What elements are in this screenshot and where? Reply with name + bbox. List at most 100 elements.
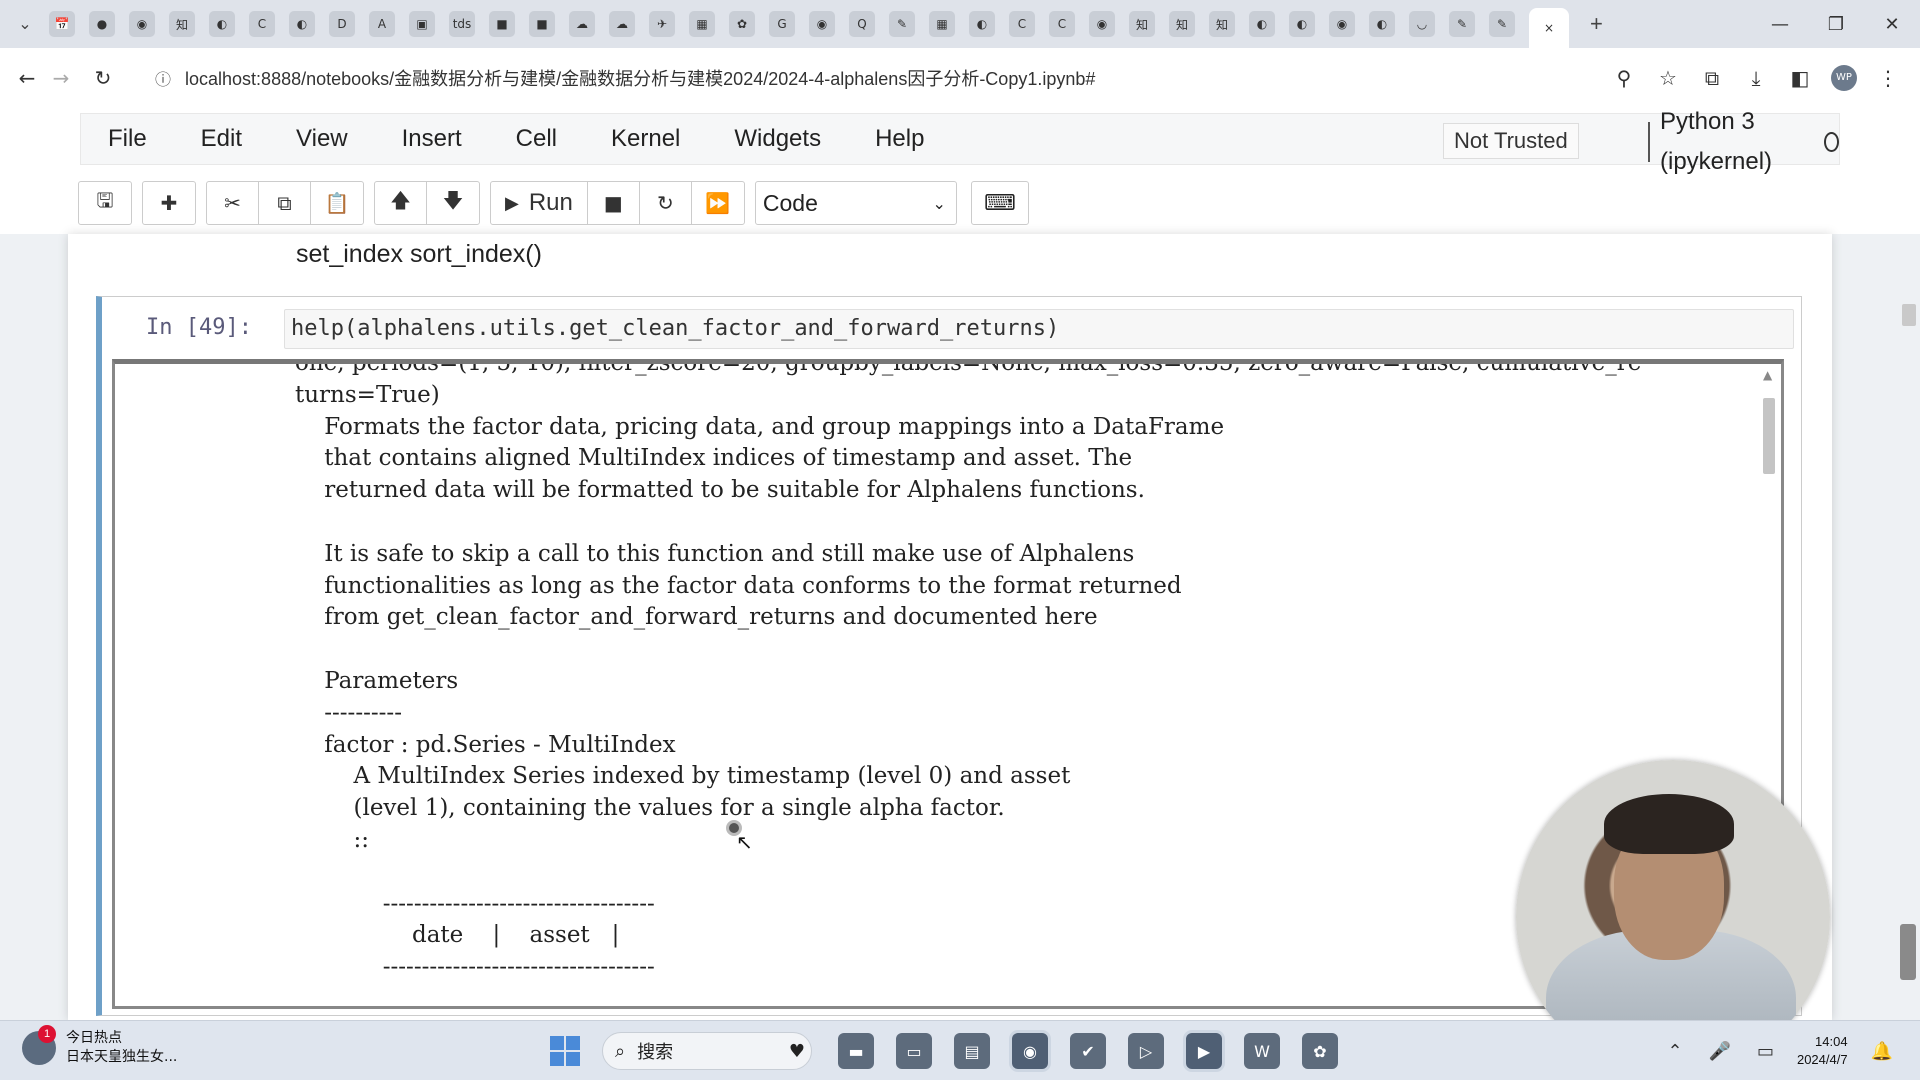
browser-tab-favicon-icon[interactable]: ◡ xyxy=(1409,11,1435,37)
browser-tab-favicon-icon[interactable]: ▦ xyxy=(689,11,715,37)
display-icon[interactable]: ▭ xyxy=(1757,1041,1774,1062)
taskbar-app-chrome-icon[interactable]: ◉ xyxy=(1012,1033,1048,1069)
tray-chevron-icon[interactable]: ⌃ xyxy=(1667,1041,1682,1062)
restart-run-all-icon[interactable]: ⏩ xyxy=(692,182,744,224)
taskbar-app-files-icon[interactable]: ▬ xyxy=(838,1033,874,1069)
news-widget[interactable]: 1 今日热点 日本天皇独生女... xyxy=(22,1025,177,1067)
keyboard-shortcuts-icon[interactable]: ⌨ xyxy=(970,181,1029,225)
code-input[interactable]: help(alphalens.utils.get_clean_factor_an… xyxy=(284,309,1794,349)
move-down-icon[interactable]: 🡇 xyxy=(427,182,479,224)
extensions-icon[interactable]: ⧉ xyxy=(1690,66,1734,90)
browser-tab-favicon-icon[interactable]: Q xyxy=(849,11,875,37)
output-scroll-thumb[interactable] xyxy=(1763,398,1775,474)
paste-icon[interactable]: 📋 xyxy=(311,182,363,224)
zoom-icon[interactable]: ⚲ xyxy=(1602,66,1646,90)
menu-insert[interactable]: Insert xyxy=(375,125,489,153)
trust-status-button[interactable]: Not Trusted xyxy=(1443,123,1579,159)
browser-tab-favicon-icon[interactable]: C xyxy=(249,11,275,37)
browser-tab-favicon-icon[interactable]: ▦ xyxy=(929,11,955,37)
bookmark-star-icon[interactable]: ☆ xyxy=(1646,66,1690,90)
browser-tab-favicon-icon[interactable]: ● xyxy=(89,11,115,37)
page-scroll-thumb-lower[interactable] xyxy=(1900,924,1916,980)
browser-tab-favicon-icon[interactable]: 知 xyxy=(169,11,195,37)
taskbar-app-folder-icon[interactable]: ▤ xyxy=(954,1033,990,1069)
browser-tab-favicon-icon[interactable]: C xyxy=(1009,11,1035,37)
page-scroll-thumb[interactable] xyxy=(1902,304,1916,326)
address-bar[interactable]: ⓘ localhost:8888/notebooks/金融数据分析与建模/金融数… xyxy=(155,58,1655,98)
browser-tab-favicon-icon[interactable]: ▣ xyxy=(409,11,435,37)
browser-tab-favicon-icon[interactable]: ✿ xyxy=(729,11,755,37)
new-tab-button[interactable]: + xyxy=(1590,11,1603,37)
interrupt-icon[interactable]: ■ xyxy=(588,182,640,224)
windows-start-icon[interactable] xyxy=(550,1036,580,1066)
menu-cell[interactable]: Cell xyxy=(489,125,584,153)
browser-tab-favicon-icon[interactable]: ◐ xyxy=(1249,11,1275,37)
browser-tab-favicon-icon[interactable]: ◉ xyxy=(809,11,835,37)
browser-tab-favicon-icon[interactable]: ◐ xyxy=(969,11,995,37)
browser-tab-favicon-icon[interactable]: ■ xyxy=(529,11,555,37)
back-icon[interactable]: ← xyxy=(10,66,44,90)
browser-tab-favicon-icon[interactable]: ◐ xyxy=(209,11,235,37)
sidebar-icon[interactable]: ◧ xyxy=(1778,66,1822,90)
taskbar-app-settings-icon[interactable]: ✿ xyxy=(1302,1033,1338,1069)
browser-tab-favicon-icon[interactable]: C xyxy=(1049,11,1075,37)
download-icon[interactable]: ⤓ xyxy=(1734,66,1778,90)
browser-tab-favicon-icon[interactable]: ✈ xyxy=(649,11,675,37)
insert-cell-icon[interactable]: ✚ xyxy=(143,182,195,224)
browser-tab-favicon-icon[interactable]: ◐ xyxy=(1369,11,1395,37)
menu-kernel[interactable]: Kernel xyxy=(584,125,707,153)
browser-tab-favicon-icon[interactable]: D xyxy=(329,11,355,37)
reload-icon[interactable]: ↻ xyxy=(86,66,120,90)
restore-icon[interactable]: ❐ xyxy=(1808,14,1864,35)
menu-edit[interactable]: Edit xyxy=(174,125,269,153)
browser-tab-favicon-icon[interactable]: 知 xyxy=(1209,11,1235,37)
browser-tab-favicon-icon[interactable]: ◉ xyxy=(1329,11,1355,37)
browser-tab-favicon-icon[interactable]: ◉ xyxy=(129,11,155,37)
browser-tab-favicon-icon[interactable]: ◉ xyxy=(1089,11,1115,37)
browser-tab-favicon-icon[interactable]: A xyxy=(369,11,395,37)
browser-tab-favicon-icon[interactable]: ■ xyxy=(489,11,515,37)
browser-tab-favicon-icon[interactable]: 知 xyxy=(1129,11,1155,37)
page-scrollbar[interactable] xyxy=(1900,234,1916,1024)
browser-tab-favicon-icon[interactable]: 📅 xyxy=(49,11,75,37)
site-info-icon[interactable]: ⓘ xyxy=(155,66,171,90)
menu-file[interactable]: File xyxy=(81,125,174,153)
taskbar-app-terminal-icon[interactable]: ▷ xyxy=(1128,1033,1164,1069)
browser-tab-favicon-icon[interactable]: ◐ xyxy=(1289,11,1315,37)
active-tab-close-icon[interactable]: × xyxy=(1529,8,1569,48)
menu-view[interactable]: View xyxy=(269,125,375,153)
taskbar-app-recorder-icon[interactable]: ▶ xyxy=(1186,1033,1222,1069)
profile-avatar[interactable]: WP xyxy=(1831,65,1857,91)
forward-icon[interactable]: → xyxy=(44,66,78,90)
browser-tab-favicon-icon[interactable]: ✎ xyxy=(1489,11,1515,37)
clock[interactable]: 14:04 2024/4/7 xyxy=(1797,1033,1848,1069)
taskbar-app-window-icon[interactable]: ▭ xyxy=(896,1033,932,1069)
move-up-icon[interactable]: 🡅 xyxy=(375,182,427,224)
browser-tab-favicon-icon[interactable]: ✎ xyxy=(1449,11,1475,37)
copy-icon[interactable]: ⧉ xyxy=(259,182,311,224)
menu-help[interactable]: Help xyxy=(848,125,951,153)
minimize-icon[interactable]: — xyxy=(1752,14,1808,35)
run-button[interactable]: ▶ Run xyxy=(491,182,588,224)
browser-tab-favicon-icon[interactable]: ☁ xyxy=(609,11,635,37)
save-icon[interactable]: 🖫 xyxy=(79,182,131,224)
cell-type-select[interactable]: Code ⌄ xyxy=(754,181,957,225)
more-menu-icon[interactable]: ⋮ xyxy=(1866,66,1910,90)
scroll-up-icon[interactable]: ▲ xyxy=(1763,368,1772,382)
browser-tab-favicon-icon[interactable]: ✎ xyxy=(889,11,915,37)
close-window-icon[interactable]: ✕ xyxy=(1864,14,1920,35)
taskbar-app-check-icon[interactable]: ✔ xyxy=(1070,1033,1106,1069)
cut-icon[interactable]: ✂ xyxy=(207,182,259,224)
tab-search-icon[interactable]: ⌄ xyxy=(8,9,42,39)
microphone-icon[interactable]: 🎤 xyxy=(1709,1041,1731,1062)
taskbar-app-wps-icon[interactable]: W xyxy=(1244,1033,1280,1069)
browser-tab-favicon-icon[interactable]: G xyxy=(769,11,795,37)
browser-tab-favicon-icon[interactable]: ☁ xyxy=(569,11,595,37)
browser-tab-favicon-icon[interactable]: tds xyxy=(449,11,475,37)
browser-tab-favicon-icon[interactable]: ◐ xyxy=(289,11,315,37)
menu-widgets[interactable]: Widgets xyxy=(707,125,848,153)
taskbar-search[interactable]: ⌕ 搜索 ♥ xyxy=(602,1032,812,1070)
browser-tab-favicon-icon[interactable]: 知 xyxy=(1169,11,1195,37)
restart-icon[interactable]: ↻ xyxy=(640,182,692,224)
notification-icon[interactable]: 🔔 xyxy=(1871,1041,1893,1062)
